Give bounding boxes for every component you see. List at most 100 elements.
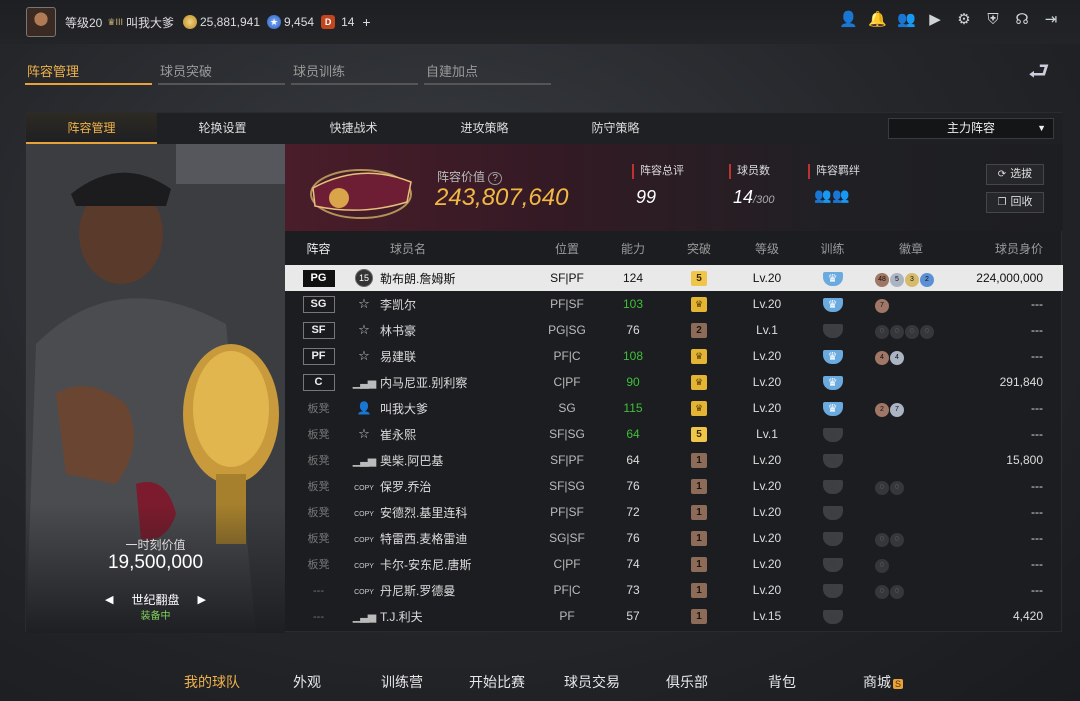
table-row[interactable]: PG 15 勒布朗.詹姆斯 SF|PF 124 5 Lv.20 ♛ 48 5 3 2 …: [285, 265, 1063, 291]
row-lineup-slot: SF: [285, 321, 352, 339]
table-row[interactable]: 板凳 COPY 安德烈.基里连科 PF|SF 72 1 Lv.20 ♛ ---: [285, 499, 1063, 525]
nav-backpack[interactable]: 背包: [768, 672, 796, 692]
subtab-offense[interactable]: 进攻策略: [419, 113, 550, 144]
player-level: Lv.1: [756, 427, 778, 441]
star-icon: ☆: [358, 296, 370, 311]
nav-shop[interactable]: 商城 S: [863, 672, 904, 692]
training-shield-icon[interactable]: ♛: [822, 271, 843, 286]
next-card-arrow-icon[interactable]: ▶: [198, 593, 206, 606]
training-shield-icon[interactable]: ♛: [822, 557, 843, 572]
breakthrough-cell: 5: [657, 426, 741, 442]
subtab-defense[interactable]: 防守策略: [550, 113, 681, 144]
training-shield-icon[interactable]: ♛: [822, 401, 843, 416]
table-row[interactable]: C ▁▃▅ 内马尼亚.别利察 C|PF 90 ♛ Lv.20 ♛ 291,840: [285, 369, 1063, 395]
bench-label: 板凳: [307, 429, 330, 441]
exit-icon[interactable]: ⇥: [1042, 11, 1060, 29]
training-shield-icon[interactable]: ♛: [822, 297, 843, 312]
table-row[interactable]: SG ☆ 李凯尔 PF|SF 103 ♛ Lv.20 ♛ 7 ---: [285, 291, 1063, 317]
table-row[interactable]: 板凳 COPY 卡尔-安东尼.唐斯 C|PF 74 1 Lv.20 ♛ 0 --…: [285, 551, 1063, 577]
training-shield-icon[interactable]: ♛: [822, 323, 843, 338]
nav-player-trade[interactable]: 球员交易: [564, 672, 620, 692]
nav-my-team[interactable]: 我的球队: [184, 672, 240, 692]
training-shield-icon[interactable]: ♛: [822, 505, 843, 520]
table-row[interactable]: 板凳 ☆ 崔永熙 SF|SG 64 5 Lv.1 ♛ ---: [285, 421, 1063, 447]
player-position: PF|SF: [550, 505, 584, 519]
badge-chip: 7: [875, 298, 889, 313]
table-row[interactable]: 板凳 COPY 保罗.乔治 SF|SG 76 1 Lv.20 ♛ 00 ---: [285, 473, 1063, 499]
breakthrough-cell: 1: [657, 530, 741, 546]
player-value: 224,000,000: [976, 271, 1043, 285]
nav-appearance[interactable]: 外观: [293, 672, 321, 692]
bench-label: 板凳: [307, 507, 330, 519]
position-tag: SF: [302, 321, 335, 339]
breakthrough-cell: 1: [657, 582, 741, 598]
subtab-rotation[interactable]: 轮换设置: [157, 113, 288, 144]
friends-icon[interactable]: 👥: [897, 11, 916, 29]
ticket-value: 9,454: [284, 15, 315, 29]
username[interactable]: 叫我大爹: [126, 14, 174, 31]
user-icon[interactable]: 👤: [839, 11, 858, 29]
subtab-lineup[interactable]: 阵容管理: [26, 113, 157, 144]
row-lineup-slot: 板凳: [285, 400, 352, 416]
player-position: PF: [559, 609, 575, 623]
nav-start-game[interactable]: 开始比赛: [469, 672, 525, 692]
player-position: SG|SF: [549, 531, 585, 545]
back-arrow-icon[interactable]: ⮐: [1028, 54, 1062, 85]
player-ability: 76: [626, 479, 640, 493]
nav-training-camp[interactable]: 训练营: [381, 672, 423, 692]
table-row[interactable]: SF ☆ 林书豪 PG|SG 76 2 Lv.1 ♛ 0000 ---: [285, 317, 1063, 343]
training-shield-icon[interactable]: ♛: [822, 453, 843, 468]
bench-label: 板凳: [307, 455, 330, 467]
table-row[interactable]: --- COPY 丹尼斯.罗德曼 PF|C 73 1 Lv.20 ♛ 00 --…: [285, 577, 1063, 603]
star-icon: ☆: [358, 426, 370, 441]
pick-button[interactable]: ⟳ 选拔: [986, 164, 1044, 185]
training-shield-icon[interactable]: ♛: [822, 531, 843, 546]
player-value: ---: [1031, 557, 1043, 571]
table-row[interactable]: 板凳 ▁▃▅ 奥柴.阿巴基 SF|PF 64 1 Lv.20 ♛ 15,800: [285, 447, 1063, 473]
tab-breakthrough[interactable]: 球员突破: [158, 57, 285, 85]
gear-icon[interactable]: ⚙: [955, 11, 973, 29]
player-card[interactable]: 一时刻价值 19,500,000 ◀ 世纪翻盘 ▶ 装备中: [26, 144, 285, 633]
headset-icon[interactable]: ☊: [1013, 11, 1031, 29]
breakthrough-cell: 1: [657, 504, 741, 520]
video-icon[interactable]: ▶: [926, 11, 944, 29]
shield-icon[interactable]: ⛨: [984, 11, 1002, 29]
training-shield-icon[interactable]: ♛: [822, 349, 843, 364]
training-shield-icon[interactable]: ♛: [822, 427, 843, 442]
player-level: Lv.20: [752, 479, 782, 493]
copy-card-icon: COPY: [354, 511, 374, 518]
training-shield-icon[interactable]: ♛: [822, 609, 843, 624]
position-tag: PF: [302, 347, 335, 365]
tab-training[interactable]: 球员训练: [291, 57, 418, 85]
badge-chip: 48: [875, 272, 889, 287]
badges-cell: 44: [872, 348, 947, 365]
badges-cell: 27: [872, 400, 947, 417]
training-cell: ♛: [793, 453, 872, 468]
training-shield-icon[interactable]: ♛: [822, 479, 843, 494]
nav-club[interactable]: 俱乐部: [666, 672, 708, 692]
tab-custom-points[interactable]: 自建加点: [424, 57, 551, 85]
training-shield-icon[interactable]: ♛: [822, 375, 843, 390]
table-body: PG 15 勒布朗.詹姆斯 SF|PF 124 5 Lv.20 ♛ 48 5 3 2 …: [285, 265, 1063, 629]
subtab-quick-tactics[interactable]: 快捷战术: [288, 113, 419, 144]
table-row[interactable]: 板凳 👤 叫我大爹 SG 115 ♛ Lv.20 ♛ 27 ---: [285, 395, 1063, 421]
row-lineup-slot: C: [285, 373, 352, 391]
prev-card-arrow-icon[interactable]: ◀: [105, 593, 113, 606]
avatar[interactable]: [26, 7, 56, 37]
tab-lineup[interactable]: 阵容管理: [25, 57, 152, 85]
recycle-button[interactable]: ❐ 回收: [986, 192, 1044, 213]
copy-card-icon: COPY: [354, 563, 374, 570]
bond-people-icon[interactable]: 👥👥: [808, 187, 860, 204]
table-row[interactable]: 板凳 COPY 特雷西.麦格雷迪 SG|SF 76 1 Lv.20 ♛ 00 -…: [285, 525, 1063, 551]
add-currency-button[interactable]: +: [362, 14, 370, 30]
training-shield-icon[interactable]: ♛: [822, 583, 843, 598]
row-lineup-slot: 板凳: [285, 452, 352, 468]
card-nav: ◀ 世纪翻盘 ▶: [26, 591, 285, 608]
lineup-select[interactable]: 主力阵容 ▼: [888, 118, 1054, 139]
bell-icon[interactable]: 🔔: [868, 11, 887, 29]
diamond-d-icon: D: [321, 15, 336, 29]
player-ability: 72: [626, 505, 640, 519]
table-row[interactable]: --- ▁▃▅ T.J.利夫 PF 57 1 Lv.15 ♛ 4,420: [285, 603, 1063, 629]
table-row[interactable]: PF ☆ 易建联 PF|C 108 ♛ Lv.20 ♛ 44 ---: [285, 343, 1063, 369]
breakthrough-icon: ♛: [691, 375, 707, 390]
